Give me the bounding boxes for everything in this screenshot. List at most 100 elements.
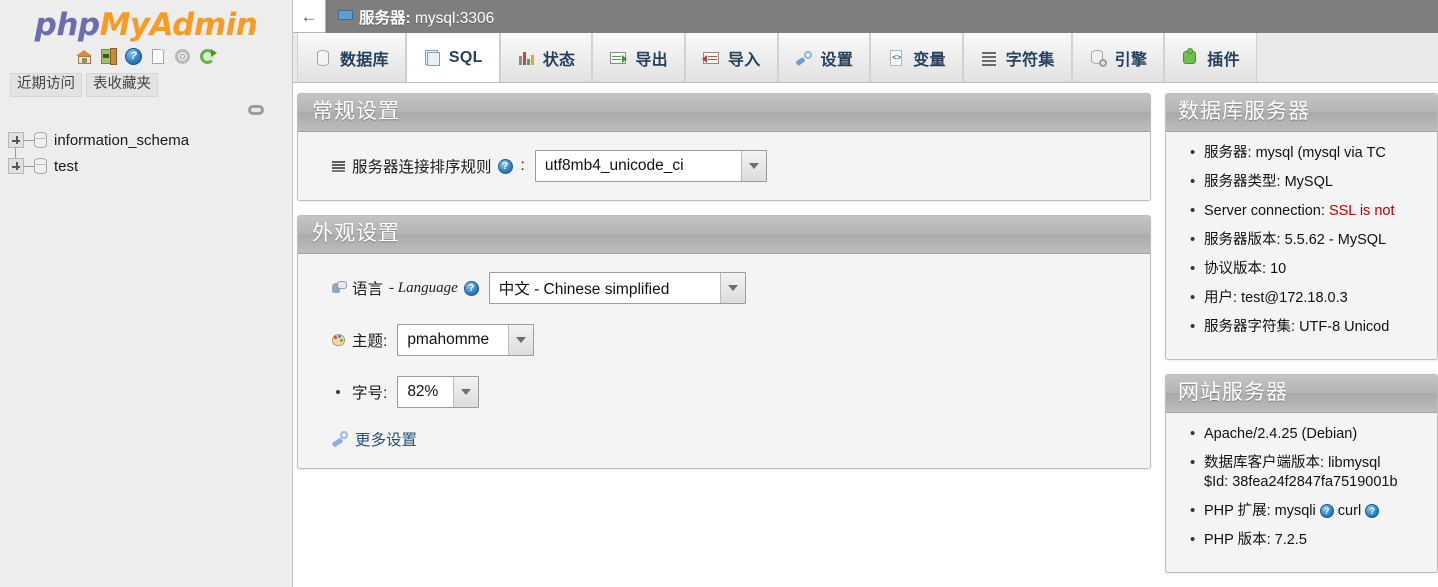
tab-plugins[interactable]: 插件	[1164, 33, 1257, 82]
web-server-body: Apache/2.4.25 (Debian) 数据库客户端版本: libmysq…	[1166, 413, 1437, 572]
import-icon	[701, 49, 720, 67]
general-settings-title: 常规设置	[298, 94, 1150, 132]
info-value: mysqli	[1274, 503, 1316, 519]
collation-label-text: 服务器连接排序规则	[352, 159, 492, 176]
nav-subtabs: 近期访问 表收藏夹	[0, 69, 292, 101]
database-server-title: 数据库服务器	[1166, 94, 1437, 132]
list-item: Apache/2.4.25 (Debian)	[1190, 424, 1437, 444]
expand-icon[interactable]	[8, 158, 24, 174]
logout-icon[interactable]	[100, 48, 118, 65]
tab-databases[interactable]: 数据库	[297, 33, 406, 82]
phpmyadmin-logo[interactable]: phpMyAdmin	[35, 6, 258, 44]
collation-select[interactable]: utf8mb4_unicode_ci	[534, 150, 767, 182]
info-key: 数据库客户端版本:	[1204, 455, 1325, 471]
nav-tab-recent[interactable]: 近期访问	[10, 73, 82, 97]
server-info-column: 数据库服务器 服务器: mysql (mysql via TC 服务器类型: M…	[1159, 93, 1438, 586]
language-row: 语言 - Language ? 中文 - Chinese simplified	[298, 272, 1150, 304]
theme-selected-value: pmahomme	[407, 331, 490, 348]
list-item: PHP 版本: 7.2.5	[1190, 530, 1437, 550]
language-label-latin: - Language	[389, 279, 458, 296]
language-selected-value: 中文 - Chinese simplified	[498, 281, 670, 298]
server-title-wrap: 服务器: mysql:3306	[326, 6, 494, 28]
tab-export[interactable]: 导出	[592, 33, 685, 82]
tab-settings[interactable]: 设置	[777, 33, 871, 82]
server-title-prefix: 服务器:	[359, 9, 411, 27]
help-icon[interactable]: ?	[1319, 504, 1334, 519]
info-value: Apache/2.4.25 (Debian)	[1204, 426, 1358, 442]
theme-select[interactable]: pmahomme	[397, 324, 535, 356]
home-icon[interactable]	[75, 48, 93, 65]
nav-tab-favorites[interactable]: 表收藏夹	[86, 73, 158, 97]
chevron-down-icon[interactable]	[740, 151, 766, 181]
tab-import[interactable]: 导入	[684, 33, 778, 82]
info-value-warning: SSL is not	[1328, 203, 1395, 219]
tab-variables[interactable]: <> 变量	[870, 33, 963, 82]
main-tab-strip: 数据库 SQL 状态 导出 导入 设置 <> 变量 字符集 引擎 插件	[293, 33, 1438, 83]
wrench-icon	[331, 431, 348, 448]
database-tree-item-test[interactable]: test	[8, 153, 292, 179]
more-settings-link[interactable]: 更多设置	[298, 428, 1150, 450]
language-select[interactable]: 中文 - Chinese simplified	[488, 272, 746, 304]
settings-gear-icon[interactable]	[174, 48, 191, 65]
settings-column: 常规设置 服务器连接排序规则 ? : utf8mb4_unicode_ci 外观…	[293, 93, 1159, 586]
tab-label: SQL	[448, 49, 483, 66]
database-tree-item-information-schema[interactable]: information_schema	[8, 127, 292, 166]
server-host-text: mysql:3306	[414, 9, 495, 27]
tab-engines[interactable]: 引擎	[1071, 33, 1165, 82]
content-area: 常规设置 服务器连接排序规则 ? : utf8mb4_unicode_ci 外观…	[293, 83, 1438, 586]
navigation-panel: phpMyAdmin ? 近期访问 表收藏夹 information_schema	[0, 0, 293, 587]
database-name-label[interactable]: test	[54, 158, 78, 175]
database-name-label[interactable]: information_schema	[54, 132, 189, 149]
tab-charsets[interactable]: 字符集	[962, 33, 1072, 82]
database-icon	[34, 158, 47, 174]
palette-icon	[332, 333, 346, 347]
server-title-bar: ← 服务器: mysql:3306	[293, 0, 1438, 33]
list-item: 协议版本: 10	[1190, 259, 1437, 279]
chevron-down-icon[interactable]	[453, 377, 479, 407]
info-key: Server connection:	[1204, 203, 1325, 219]
expand-icon[interactable]	[8, 132, 24, 148]
server-monitor-icon	[338, 10, 353, 23]
help-icon[interactable]: ?	[1365, 504, 1380, 519]
theme-row: 主题: pmahomme	[298, 324, 1150, 356]
docs-icon[interactable]	[150, 48, 167, 65]
list-lines-icon	[332, 159, 346, 173]
help-icon[interactable]: ?	[497, 158, 513, 174]
appearance-settings-title: 外观设置	[298, 216, 1150, 254]
help-doc-icon[interactable]: ?	[125, 48, 143, 65]
list-item: Server connection: SSL is not	[1190, 201, 1437, 221]
info-value: MySQL	[1284, 174, 1333, 190]
chevron-down-icon[interactable]	[719, 273, 745, 303]
list-item: 服务器版本: 5.5.62 - MySQL	[1190, 230, 1437, 250]
info-value-extra: curl	[1337, 503, 1362, 519]
sql-icon	[423, 49, 441, 67]
info-value: UTF-8 Unicod	[1299, 319, 1390, 335]
logo-php-text: php	[34, 7, 100, 43]
status-icon	[517, 49, 535, 67]
colon-text: :	[520, 157, 525, 174]
reload-icon[interactable]	[199, 48, 218, 65]
info-key: 协议版本:	[1204, 261, 1267, 277]
tab-sql[interactable]: SQL	[405, 33, 500, 82]
chevron-down-icon[interactable]	[508, 325, 534, 355]
engine-icon	[1089, 49, 1107, 67]
list-item: 用户: test@172.18.0.3	[1190, 288, 1437, 308]
pin-toggle-icon[interactable]	[248, 105, 264, 115]
tab-status[interactable]: 状态	[499, 33, 593, 82]
collation-label: 服务器连接排序规则 ? :	[332, 155, 525, 177]
fontsize-label: 字号:	[332, 381, 387, 403]
info-value-second-line: $Id: 38fea24f2847fa7519001b	[1204, 474, 1398, 490]
nav-icon-bar: ?	[0, 46, 292, 69]
language-label: 语言 - Language ?	[332, 277, 479, 299]
fontsize-select[interactable]: 82%	[397, 376, 480, 408]
tab-label: 导出	[635, 51, 668, 69]
pin-row	[0, 101, 292, 125]
settings-icon	[794, 49, 813, 67]
tree-line	[24, 165, 34, 167]
back-button[interactable]: ←	[293, 0, 326, 33]
fontsize-row: 字号: 82%	[298, 376, 1150, 408]
help-icon[interactable]: ?	[463, 280, 479, 296]
tab-label: 数据库	[340, 51, 389, 69]
tab-label: 状态	[542, 51, 576, 69]
appearance-settings-body: 语言 - Language ? 中文 - Chinese simplified	[298, 254, 1150, 468]
